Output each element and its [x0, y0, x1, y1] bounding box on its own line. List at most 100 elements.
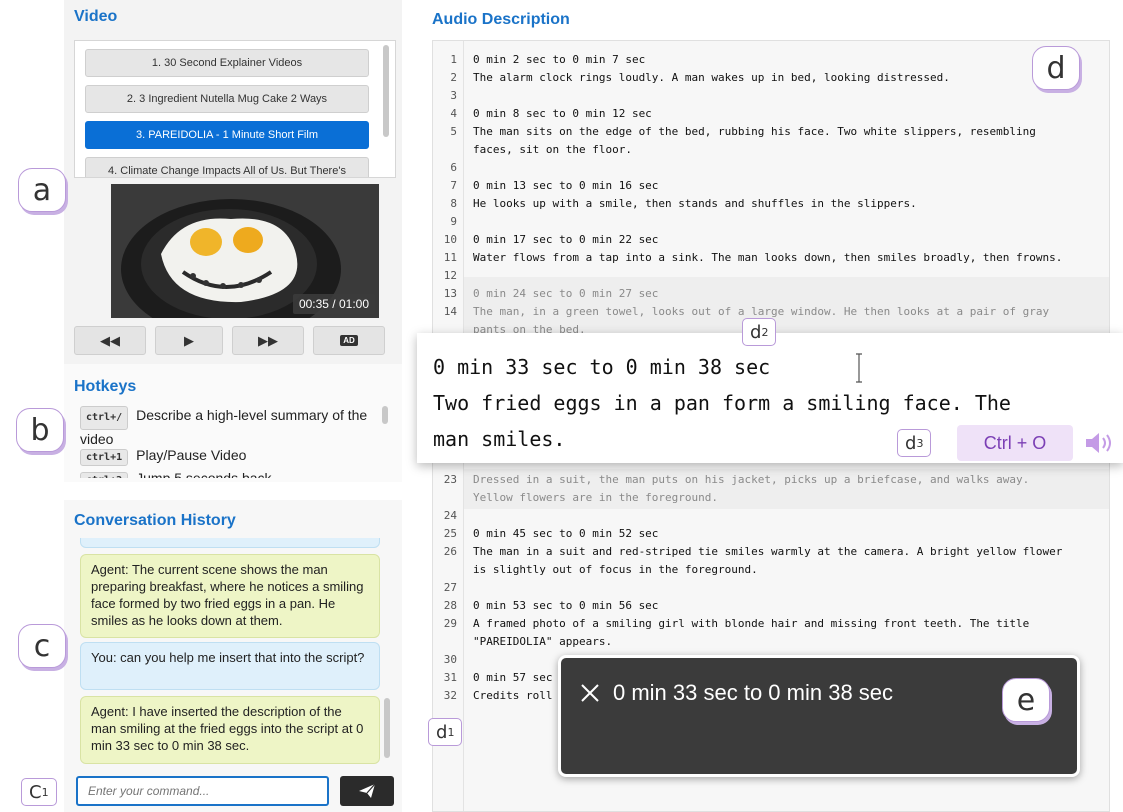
zoom-description-2: man smiles. [433, 427, 566, 451]
hotkey-key: ctrl+2 [80, 472, 129, 478]
video-item-3[interactable]: 3. PAREIDOLIA - 1 Minute Short Film [85, 121, 369, 149]
script-line[interactable]: 2 The alarm clock rings loudly. A man wak… [433, 69, 1109, 87]
line-number: 11 [443, 251, 457, 264]
line-text: 0 min 24 sec to 0 min 27 sec [473, 287, 659, 300]
play-icon: ▶ [184, 332, 194, 348]
video-list[interactable]: 1. 30 Second Explainer Videos 2. 3 Ingre… [74, 40, 396, 178]
line-text: Water flows from a tap into a sink. The … [473, 251, 1063, 264]
line-text: The man in a suit and red-striped tie sm… [473, 545, 1063, 558]
line-number: 10 [443, 233, 457, 246]
label-d: d [1032, 46, 1080, 90]
rewind-button[interactable]: ◀◀ [74, 326, 146, 355]
forward-button[interactable]: ▶▶ [232, 326, 304, 355]
script-line[interactable]: 29 A framed photo of a smiling girl with … [433, 615, 1109, 633]
script-line[interactable]: 5 The man sits on the edge of the bed, ru… [433, 123, 1109, 141]
line-text: 0 min 2 sec to 0 min 7 sec [473, 53, 646, 66]
label-c: c [18, 624, 66, 668]
line-text: faces, sit on the floor. [473, 143, 632, 156]
hotkey-item: ctrl+/Describe a high-level summary of t… [80, 406, 370, 448]
line-number: 26 [443, 545, 457, 558]
line-number: 4 [450, 107, 457, 120]
script-line[interactable]: 25 0 min 45 sec to 0 min 52 sec [433, 525, 1109, 543]
script-line[interactable]: 10 0 min 17 sec to 0 min 22 sec [433, 231, 1109, 249]
script-line[interactable]: 26 The man in a suit and red-striped tie … [433, 543, 1109, 561]
video-item-2[interactable]: 2. 3 Ingredient Nutella Mug Cake 2 Ways [85, 85, 369, 113]
hotkeys-list[interactable]: ctrl+/Describe a high-level summary of t… [74, 402, 394, 478]
rewind-icon: ◀◀ [100, 332, 120, 348]
toast-message: 0 min 33 sec to 0 min 38 sec [613, 680, 894, 705]
video-player[interactable]: 00:35 / 01:00 [111, 184, 379, 318]
hotkeys-scrollbar[interactable] [382, 406, 388, 424]
line-number: 7 [450, 179, 457, 192]
line-text: "PAREIDOLIA" appears. [473, 635, 613, 648]
conversation-list[interactable]: Agent: The current scene shows the man p… [74, 538, 394, 764]
script-line[interactable]: "PAREIDOLIA" appears. [433, 633, 1109, 651]
script-line[interactable]: 11 Water flows from a tap into a sink. Th… [433, 249, 1109, 267]
close-icon[interactable] [579, 682, 601, 704]
line-number: 14 [443, 305, 457, 318]
script-line[interactable]: 13 0 min 24 sec to 0 min 27 sec [433, 285, 1109, 303]
script-line[interactable]: 3 [433, 87, 1109, 105]
notification-toast: 0 min 33 sec to 0 min 38 sec [558, 655, 1080, 777]
script-line[interactable]: Yellow flowers are in the foreground. [433, 489, 1109, 507]
line-number: 27 [443, 581, 457, 594]
script-line[interactable]: is slightly out of focus in the foregrou… [433, 561, 1109, 579]
script-line[interactable]: 6 [433, 159, 1109, 177]
send-button[interactable] [340, 776, 394, 806]
script-line[interactable]: 24 [433, 507, 1109, 525]
script-line[interactable]: 7 0 min 13 sec to 0 min 16 sec [433, 177, 1109, 195]
line-number: 31 [443, 671, 457, 684]
line-text: Credits roll [473, 689, 553, 702]
line-number: 32 [443, 689, 457, 702]
script-line[interactable]: 8 He looks up with a smile, then stands a… [433, 195, 1109, 213]
conversation-heading: Conversation History [74, 512, 236, 529]
script-line[interactable]: 9 [433, 213, 1109, 231]
message-you: You: can you help me insert that into th… [80, 642, 380, 690]
video-time: 00:35 / 01:00 [292, 294, 375, 314]
audio-description-button[interactable]: AD [313, 326, 385, 355]
script-line[interactable]: 1 0 min 2 sec to 0 min 7 sec [433, 51, 1109, 69]
line-text: 0 min 53 sec to 0 min 56 sec [473, 599, 659, 612]
hotkeys-heading: Hotkeys [74, 378, 137, 395]
label-d1: d1 [428, 718, 463, 746]
script-line[interactable]: 28 0 min 53 sec to 0 min 56 sec [433, 597, 1109, 615]
conversation-scrollbar[interactable] [384, 698, 390, 758]
command-input[interactable] [76, 776, 329, 806]
video-item-1[interactable]: 1. 30 Second Explainer Videos [85, 49, 369, 77]
script-line[interactable]: 12 [433, 267, 1109, 285]
shortcut-badge: Ctrl + O [957, 425, 1073, 461]
label-a: a [18, 168, 66, 212]
line-number: 12 [443, 269, 457, 282]
line-number: 6 [450, 161, 457, 174]
message-you [80, 538, 380, 548]
hotkey-desc: Play/Pause Video [136, 447, 247, 463]
zoom-timestamp: 0 min 33 sec to 0 min 38 sec [433, 355, 771, 379]
line-number: 25 [443, 527, 457, 540]
video-heading: Video [74, 8, 118, 25]
line-text: Yellow flowers are in the foreground. [473, 491, 719, 504]
hotkey-key: ctrl+1 [80, 449, 129, 466]
video-item-4[interactable]: 4. Climate Change Impacts All of Us. But… [85, 157, 369, 177]
line-number: 8 [450, 197, 457, 210]
speaker-icon [1082, 428, 1118, 458]
hotkey-desc: Jump 5 seconds back [136, 470, 272, 478]
message-agent: Agent: The current scene shows the man p… [80, 554, 380, 638]
zoom-description-1: Two fried eggs in a pan form a smiling f… [433, 391, 1011, 415]
script-line[interactable]: 23 Dressed in a suit, the man puts on his… [433, 471, 1109, 489]
line-number: 24 [443, 509, 457, 522]
video-list-scrollbar[interactable] [383, 45, 389, 137]
script-line[interactable]: 4 0 min 8 sec to 0 min 12 sec [433, 105, 1109, 123]
line-number: 1 [450, 53, 457, 66]
line-number: 30 [443, 653, 457, 666]
line-number: 2 [450, 71, 457, 84]
line-number: 13 [443, 287, 457, 300]
message-agent: Agent: I have inserted the description o… [80, 696, 380, 764]
line-text: The alarm clock rings loudly. A man wake… [473, 71, 950, 84]
send-icon [359, 783, 376, 798]
script-line[interactable]: 27 [433, 579, 1109, 597]
line-number: 3 [450, 89, 457, 102]
play-button[interactable]: ▶ [155, 326, 223, 355]
label-d2: d2 [742, 318, 777, 346]
label-d3: d3 [897, 429, 932, 457]
script-line[interactable]: faces, sit on the floor. [433, 141, 1109, 159]
